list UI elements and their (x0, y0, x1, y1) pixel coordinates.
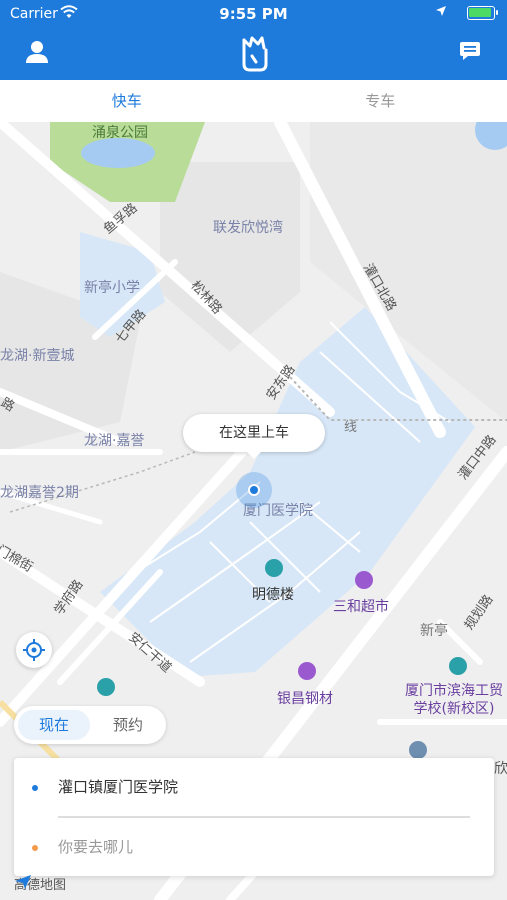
map-label-binhai-school: 厦门市滨海工贸 学校(新校区) (405, 683, 503, 717)
route-card: 灌口镇厦门医学院 你要去哪儿 (14, 758, 494, 876)
map-label-right-edge: 欣 (494, 761, 507, 777)
map-view[interactable]: 涌泉公园 联发欣悦湾 新亭小学 龙湖·新壹城 龙湖·嘉誉 龙湖嘉誉2期 厦门医学… (0, 122, 507, 900)
time-reserve-button[interactable]: 预约 (92, 710, 164, 740)
time-now-button[interactable]: 现在 (18, 710, 90, 740)
crosshair-icon (23, 639, 45, 661)
clock: 9:55 PM (219, 5, 288, 23)
map-label-xinting: 新亭 (420, 623, 448, 639)
tab-premium[interactable]: 专车 (254, 80, 507, 122)
amap-logo-icon (15, 875, 31, 889)
map-label-longhu-xinyi: 龙湖·新壹城 (0, 348, 75, 364)
user-icon[interactable] (24, 40, 50, 64)
status-bar: Carrier 9:55 PM (0, 0, 507, 28)
map-label-park: 涌泉公园 (92, 125, 148, 141)
time-selector: 现在 预约 (14, 706, 166, 744)
nav-bar (0, 30, 507, 78)
pickup-location: 灌口镇厦门医学院 (58, 778, 179, 796)
battery-icon (467, 6, 498, 20)
map-label-line: 线 (344, 420, 358, 435)
map-label-school: 新亭小学 (84, 280, 140, 296)
current-location-pin (236, 472, 272, 508)
service-tabs: 快车 专车 (0, 80, 507, 122)
destination-row[interactable]: 你要去哪儿 (14, 818, 494, 874)
message-icon[interactable] (459, 40, 481, 62)
app-logo-icon (242, 36, 268, 72)
map-label-yinchang: 银昌钢材 (277, 691, 333, 707)
pickup-bubble[interactable]: 在这里上车 (183, 414, 325, 459)
location-arrow-icon (436, 6, 446, 16)
top-bar: Carrier 9:55 PM (0, 0, 507, 80)
tab-express[interactable]: 快车 (0, 80, 254, 122)
map-label-mingde: 明德楼 (252, 587, 294, 603)
destination-input[interactable]: 你要去哪儿 (58, 836, 133, 857)
map-attribution: 高德地图 (14, 874, 66, 893)
pickup-row[interactable]: 灌口镇厦门医学院 (14, 758, 494, 814)
map-label-longhu-jiayu2: 龙湖嘉誉2期 (0, 485, 79, 501)
locate-button[interactable] (16, 632, 52, 668)
pickup-dot-icon (32, 785, 38, 791)
map-label-lianfa: 联发欣悦湾 (213, 220, 283, 236)
map-label-longhu-jiayu: 龙湖·嘉誉 (84, 433, 145, 449)
destination-dot-icon (32, 845, 38, 851)
map-label-sanhe: 三和超市 (333, 599, 389, 615)
